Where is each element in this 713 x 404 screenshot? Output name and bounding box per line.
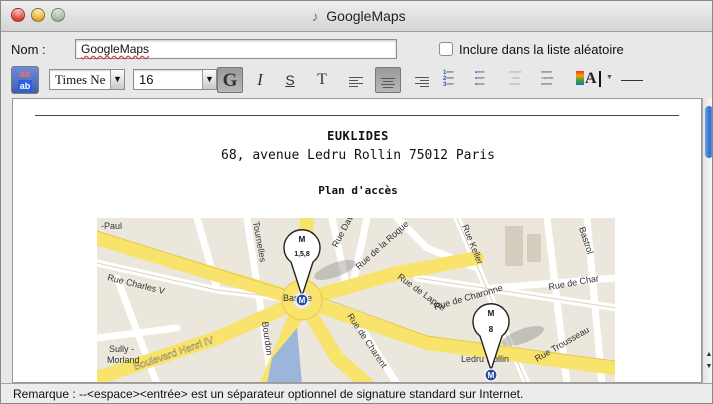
horizontal-rule	[35, 115, 679, 116]
random-list-checkbox[interactable]	[439, 42, 453, 56]
text-color-icon[interactable]: A	[576, 70, 597, 88]
marker-bastille-line2: 1,5,8	[294, 251, 310, 258]
format-toolbar: ab ab Times Ne ▼ 16 ▼ G I S T 1━━ 2━━ 3━━ …	[1, 64, 712, 96]
indent-icon[interactable]: ━━━ ⇒━━ ━━━	[541, 70, 565, 90]
editor-window: ♪ GoogleMaps Nom : GoogleMaps Inclure dan…	[0, 0, 713, 404]
outdent-icon[interactable]: ⇐━━ ━━ ━━━	[509, 70, 533, 90]
bullet-list-icon[interactable]: •━━ •━━ •━━	[475, 70, 499, 90]
font-size-dropdown-icon: ▼	[202, 70, 216, 89]
name-row: Nom : GoogleMaps Inclure dans la liste a…	[1, 33, 712, 63]
window-title: ♪ GoogleMaps	[1, 8, 712, 24]
scroll-up-icon[interactable]: ▲	[704, 351, 712, 361]
text-color-label: A	[585, 70, 597, 87]
plain-text-button[interactable]: T	[309, 67, 335, 93]
text-cursor-icon	[599, 71, 601, 87]
align-center-icon	[381, 78, 395, 90]
window-title-text: GoogleMaps	[326, 8, 406, 24]
scrollbar-thumb[interactable]	[705, 106, 712, 158]
font-family-dropdown-icon: ▼	[110, 70, 124, 89]
map-heading: Plan d'accès	[318, 184, 398, 197]
scroll-down-icon[interactable]: ▼	[704, 363, 712, 373]
name-field-value: GoogleMaps	[81, 42, 150, 56]
font-family-value: Times Ne	[55, 72, 106, 87]
font-size-select[interactable]: 16 ▼	[133, 69, 217, 90]
font-family-select[interactable]: Times Ne ▼	[49, 69, 125, 90]
italic-button[interactable]: I	[247, 67, 273, 93]
street-label: -Paul	[101, 221, 122, 231]
marker-ledru-line2: 8	[488, 325, 494, 334]
street-label: Ledru Rollin	[461, 354, 509, 364]
map-image: -Paul Rue Charles V Boulevard Henri IV S…	[97, 218, 615, 382]
align-left-icon	[349, 77, 363, 89]
marker-ledru-line1: M	[487, 309, 495, 318]
numbered-list-icon[interactable]: 1━━ 2━━ 3━━	[443, 70, 467, 90]
status-bar: Remarque : --<espace><entrée> est un sép…	[1, 383, 712, 403]
align-right-button[interactable]	[409, 67, 435, 93]
color-bar-icon	[576, 71, 584, 85]
marker-bastille-line1: M	[298, 235, 306, 244]
street-label: Sully -	[109, 344, 134, 354]
street-label: Bastrol	[577, 226, 595, 256]
name-label: Nom :	[11, 42, 46, 57]
spellcheck-bottom-text: ab	[17, 80, 33, 92]
map-svg: -Paul Rue Charles V Boulevard Henri IV S…	[97, 218, 615, 382]
align-right-icon	[415, 77, 429, 89]
cursor-dropdown-icon[interactable]: ▼	[606, 74, 613, 81]
document-icon: ♪	[312, 9, 319, 24]
horizontal-rule-icon[interactable]	[621, 80, 643, 81]
spellcheck-button[interactable]: ab ab	[11, 66, 39, 94]
street-label: Morland	[107, 355, 140, 365]
svg-text:M: M	[299, 296, 306, 305]
svg-text:M: M	[488, 371, 495, 380]
org-name: EUKLIDES	[327, 129, 389, 143]
status-text: Remarque : --<espace><entrée> est un sép…	[13, 387, 524, 401]
bold-button[interactable]: G	[217, 67, 243, 93]
title-bar[interactable]: ♪ GoogleMaps	[1, 1, 712, 32]
vertical-scrollbar[interactable]: ▲ ▼	[702, 98, 712, 383]
random-list-label: Inclure dans la liste aléatoire	[459, 42, 624, 57]
align-left-button[interactable]	[343, 67, 369, 93]
document-area[interactable]: EUKLIDES 68, avenue Ledru Rollin 75012 P…	[12, 98, 702, 383]
name-field[interactable]: GoogleMaps	[75, 39, 397, 59]
align-center-button[interactable]	[375, 67, 401, 93]
font-size-value: 16	[139, 72, 154, 87]
org-address: 68, avenue Ledru Rollin 75012 Paris	[221, 148, 495, 163]
underline-button[interactable]: S	[277, 67, 303, 93]
spellcheck-top-text: ab	[19, 69, 31, 79]
